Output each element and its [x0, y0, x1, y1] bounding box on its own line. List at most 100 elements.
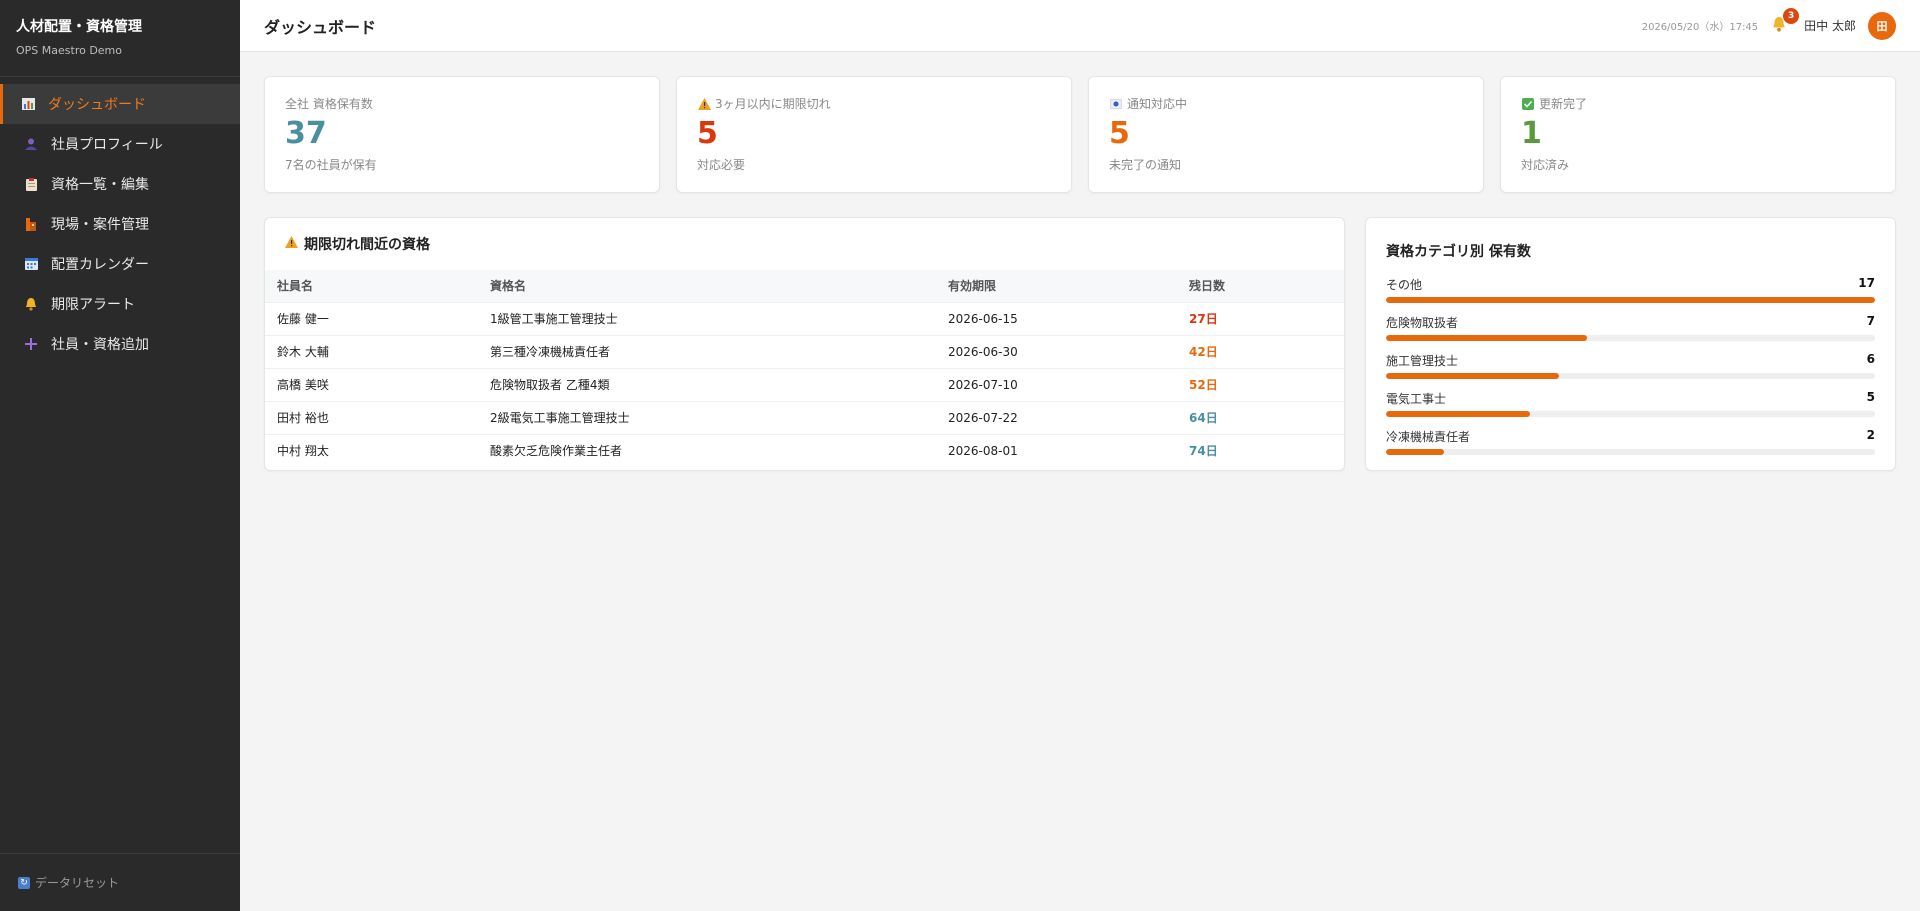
- category-label: その他: [1386, 278, 1423, 292]
- sidebar-item-label: 配置カレンダー: [51, 257, 149, 273]
- category-label: 危険物取扱者: [1386, 316, 1459, 330]
- category-bar: [1386, 335, 1588, 341]
- cell-days-remaining: 42日: [1177, 335, 1344, 369]
- stat-value: 1: [1521, 116, 1542, 151]
- category-row: 危険物取扱者 7: [1386, 314, 1875, 352]
- category-value: 5: [1866, 390, 1875, 404]
- cell-expiry-date: 2026-07-22: [936, 401, 1177, 435]
- sidebar-item-label: 現場・案件管理: [51, 217, 149, 233]
- category-bar-track: [1386, 335, 1875, 341]
- page-title: ダッシュボード: [264, 17, 377, 37]
- cell-days-remaining: 74日: [1189, 444, 1218, 459]
- table-row[interactable]: 中村 翔太 酸素欠乏危険作業主任者 2026-08-01 74日: [265, 434, 1344, 467]
- category-panel: 資格カテゴリ別 保有数 その他 17 危険物取扱者 7 施工管理技士 6 電気工事士 5 冷凍機…: [1365, 217, 1896, 471]
- category-row: 冷凍機械責任者 2: [1386, 428, 1875, 466]
- sidebar-item-add[interactable]: 社員・資格追加: [0, 324, 240, 364]
- column-header-employee: 社員名: [265, 270, 478, 303]
- stat-sub: 7名の社員が保有: [285, 158, 377, 172]
- column-header-days: 残日数: [1177, 270, 1344, 303]
- category-row: 施工管理技士 6: [1386, 352, 1875, 390]
- stat-card-total: 全社 資格保有数 37 7名の社員が保有: [264, 76, 660, 193]
- category-value: 17: [1858, 276, 1875, 290]
- table-row[interactable]: 田村 裕也 2級電気工事施工管理技士 2026-07-22 64日: [265, 401, 1344, 435]
- stat-label: 3ヶ月以内に期限切れ: [697, 95, 1051, 112]
- column-header-expiry: 有効期限: [936, 270, 1177, 303]
- expiring-table-body: 佐藤 健一 1級管工事施工管理技士 2026-06-15 27日 鈴木 大輔 第三種冷凍機…: [265, 302, 1344, 467]
- sidebar-item-sites[interactable]: 現場・案件管理: [0, 204, 240, 244]
- category-bar-track: [1386, 373, 1875, 379]
- avatar[interactable]: 田: [1868, 11, 1896, 40]
- data-reset-label: データリセット: [35, 876, 120, 890]
- stat-value: 5: [1109, 116, 1130, 151]
- sidebar-item-label: 資格一覧・編集: [51, 177, 149, 193]
- category-bar: [1386, 297, 1875, 303]
- category-title: 資格カテゴリ別 保有数: [1386, 244, 1531, 260]
- category-bar-track: [1386, 449, 1875, 455]
- category-list: その他 17 危険物取扱者 7 施工管理技士 6 電気工事士 5 冷凍機械責任者 2: [1386, 276, 1875, 466]
- category-bar: [1386, 449, 1444, 455]
- cell-expiry-date: 2026-07-10: [936, 368, 1177, 402]
- clipboard-icon: [23, 176, 39, 192]
- stat-sub: 対応必要: [697, 158, 746, 172]
- cell-qualification: 第三種冷凍機械責任者: [478, 335, 936, 369]
- sidebar-item-dashboard[interactable]: ダッシュボード: [0, 84, 240, 124]
- stat-card-completed: 更新完了 1 対応済み: [1500, 76, 1896, 193]
- category-bar: [1386, 373, 1559, 379]
- sidebar: 人材配置・資格管理 OPS Maestro Demo ダッシュボード 社員プロフ…: [0, 0, 240, 911]
- sidebar-item-qualifications[interactable]: 資格一覧・編集: [0, 164, 240, 204]
- category-bar: [1386, 411, 1530, 417]
- header-right: 2026/05/20（水）17:45 3 田中 太郎 田: [1641, 7, 1896, 40]
- brand: 人材配置・資格管理 OPS Maestro Demo: [0, 0, 240, 77]
- cell-qualification: 酸素欠乏危険作業主任者: [490, 444, 623, 459]
- cell-qualification: 2級電気工事施工管理技士: [478, 401, 936, 435]
- column-header-qualification: 資格名: [478, 270, 936, 303]
- table-row[interactable]: 鈴木 大輔 第三種冷凍機械責任者 2026-06-30 42日: [265, 335, 1344, 369]
- stat-label-text: 3ヶ月以内に期限切れ: [715, 97, 831, 111]
- stat-label-text: 通知対応中: [1127, 97, 1188, 111]
- category-line: その他 17: [1386, 276, 1875, 293]
- cell-employee-name: 佐藤 健一: [265, 302, 478, 336]
- table-row[interactable]: 高橋 美咲 危険物取扱者 乙種4類 2026-07-10 52日: [265, 368, 1344, 402]
- category-line: 電気工事士 5: [1386, 390, 1875, 407]
- category-label: 電気工事士: [1386, 392, 1447, 406]
- stat-sub: 未完了の通知: [1109, 158, 1182, 172]
- flag-icon: [1109, 97, 1123, 111]
- cell-employee-name: 高橋 美咲: [265, 368, 478, 402]
- cell-days-remaining: 52日: [1177, 368, 1344, 402]
- sidebar-item-employee-profile[interactable]: 社員プロフィール: [0, 124, 240, 164]
- cell-qualification: 危険物取扱者 乙種4類: [478, 368, 936, 402]
- notification-button[interactable]: 3: [1772, 7, 1800, 35]
- category-value: 6: [1866, 352, 1875, 366]
- category-line: 冷凍機械責任者 2: [1386, 428, 1875, 445]
- stat-label-text: 全社 資格保有数: [285, 97, 373, 111]
- bell-icon: [23, 296, 39, 312]
- current-datetime: 2026/05/20（水）17:45: [1641, 22, 1759, 33]
- sidebar-item-calendar[interactable]: 配置カレンダー: [0, 244, 240, 284]
- top-header: ダッシュボード 2026/05/20（水）17:45 3 田中 太郎 田: [240, 0, 1920, 52]
- calendar-icon: [23, 256, 39, 272]
- notification-badge: 3: [1783, 7, 1800, 24]
- cell-employee-name: 鈴木 大輔: [265, 335, 478, 369]
- bar-chart-icon: [20, 96, 36, 112]
- reset-icon: ↻: [18, 876, 30, 889]
- sidebar-item-alerts[interactable]: 期限アラート: [0, 284, 240, 324]
- cell-days-remaining: 64日: [1177, 401, 1344, 435]
- cell-employee-name: 中村 翔太: [277, 444, 329, 459]
- data-reset-button[interactable]: ↻ データリセット: [0, 853, 240, 911]
- cell-expiry-date: 2026-06-15: [936, 302, 1177, 336]
- cell-expiry-date: 2026-08-01: [948, 443, 1018, 458]
- check-icon: [1521, 97, 1535, 111]
- stat-label: 通知対応中: [1109, 95, 1463, 112]
- stat-value: 37: [285, 116, 327, 151]
- category-bar-track: [1386, 297, 1875, 303]
- sidebar-item-label: 期限アラート: [51, 297, 135, 313]
- sidebar-item-label: 社員プロフィール: [51, 137, 163, 153]
- warning-icon: [697, 97, 711, 111]
- table-row[interactable]: 佐藤 健一 1級管工事施工管理技士 2026-06-15 27日: [265, 302, 1344, 336]
- app-subtitle: OPS Maestro Demo: [16, 44, 123, 57]
- category-row: その他 17: [1386, 276, 1875, 314]
- stat-sub: 対応済み: [1521, 158, 1570, 172]
- cell-days-remaining: 27日: [1177, 302, 1344, 336]
- plus-icon: [23, 336, 39, 352]
- user-name: 田中 太郎: [1804, 19, 1856, 33]
